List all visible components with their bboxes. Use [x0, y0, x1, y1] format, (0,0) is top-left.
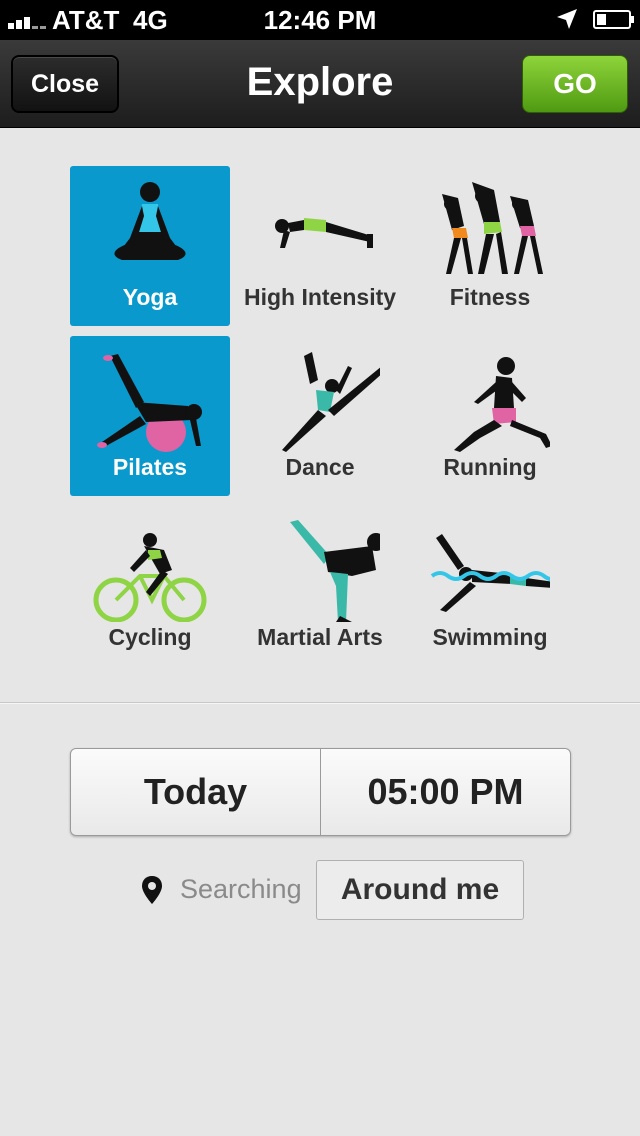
battery-level-fill — [597, 14, 606, 25]
activity-tile-running[interactable]: Running — [410, 336, 570, 496]
location-arrow-icon — [557, 9, 577, 29]
activity-tile-cycling[interactable]: Cycling — [70, 506, 230, 666]
swimmer-icon — [430, 534, 550, 612]
activity-label: Swimming — [432, 624, 548, 650]
day-selector[interactable]: Today — [71, 749, 320, 835]
pilates-ball-icon — [97, 354, 202, 452]
activity-tile-fitness[interactable]: Fitness — [410, 166, 570, 326]
clock: 12:46 PM — [263, 5, 377, 35]
activity-label: Running — [443, 454, 537, 480]
status-bar: AT&T 4G 12:46 PM — [0, 0, 640, 40]
yoga-icon — [114, 182, 186, 260]
nav-bar: Close Explore GO — [0, 40, 640, 128]
activity-tile-dance[interactable]: Dance — [240, 336, 400, 496]
time-selector[interactable]: 05:00 PM — [320, 749, 570, 835]
activity-tile-swimming[interactable]: Swimming — [410, 506, 570, 666]
battery-icon — [593, 10, 634, 29]
activity-tile-pilates[interactable]: Pilates — [70, 336, 230, 496]
activity-tile-high-intensity[interactable]: High Intensity — [240, 166, 400, 326]
activity-tile-martial-arts[interactable]: Martial Arts — [240, 506, 400, 666]
martial-arts-kick-icon — [290, 520, 380, 622]
section-divider — [0, 702, 640, 704]
cyclist-icon — [93, 533, 207, 622]
around-me-button[interactable]: Around me — [316, 860, 524, 920]
runner-icon — [454, 357, 550, 452]
date-time-selector: Today 05:00 PM — [70, 748, 571, 836]
searching-label: Searching — [180, 874, 302, 904]
activity-tile-yoga[interactable]: Yoga — [70, 166, 230, 326]
dance-leap-icon — [282, 352, 380, 452]
activity-label: Fitness — [449, 284, 531, 310]
go-button[interactable]: GO — [522, 55, 628, 113]
stretching-group-icon — [442, 182, 543, 274]
push-up-icon — [275, 218, 373, 248]
location-pin-icon — [142, 876, 162, 904]
